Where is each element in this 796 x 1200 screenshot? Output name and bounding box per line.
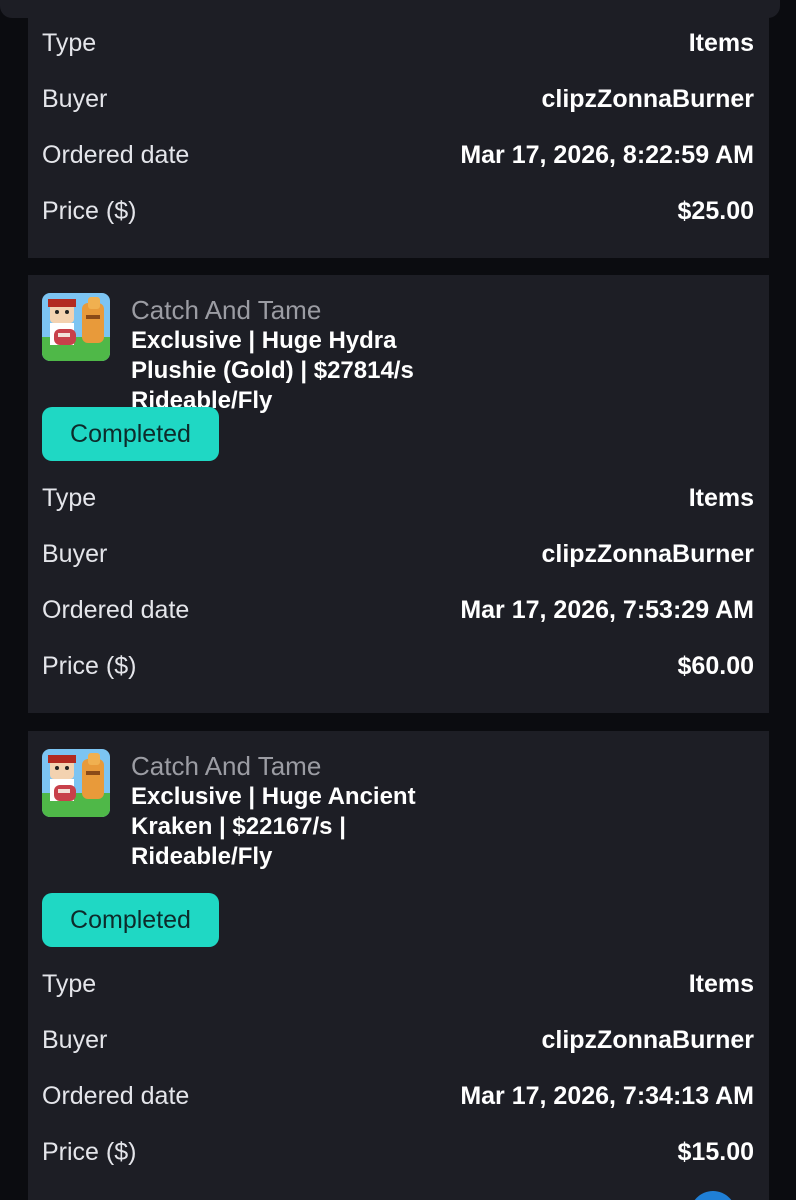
ordered-date-label: Ordered date (42, 595, 190, 624)
price-row: Price ($) $60.00 (42, 638, 754, 694)
price-value: $60.00 (677, 651, 754, 680)
ordered-date-label: Ordered date (42, 140, 190, 169)
price-label: Price ($) (42, 651, 137, 680)
price-label: Price ($) (42, 196, 137, 225)
buyer-label: Buyer (42, 1025, 108, 1054)
game-name: Catch And Tame (131, 295, 322, 325)
game-thumbnail-icon[interactable] (42, 293, 110, 361)
order-card[interactable]: Type Items Buyer clipzZonnaBurner Ordere… (28, 0, 769, 258)
order-card[interactable]: Catch And Tame Exclusive | Huge Ancient … (28, 731, 769, 1200)
type-value: Items (688, 28, 754, 57)
ordered-date-label: Ordered date (42, 1081, 190, 1110)
game-name: Catch And Tame (131, 751, 322, 781)
price-row: Price ($) $25.00 (42, 183, 754, 239)
buyer-row: Buyer clipzZonnaBurner (42, 71, 754, 127)
type-value: Items (688, 483, 754, 512)
ordered-date-row: Ordered date Mar 17, 2026, 7:53:29 AM (42, 582, 754, 638)
order-details: Type Items Buyer clipzZonnaBurner Ordere… (42, 956, 754, 1180)
buyer-row: Buyer clipzZonnaBurner (42, 1012, 754, 1068)
type-label: Type (42, 969, 97, 998)
buyer-value: clipzZonnaBurner (541, 539, 754, 568)
ordered-date-row: Ordered date Mar 17, 2026, 7:34:13 AM (42, 1068, 754, 1124)
product-header: Catch And Tame Exclusive | Huge Ancient … (42, 749, 461, 872)
price-row: Price ($) $15.00 (42, 1124, 754, 1180)
order-card[interactable]: Catch And Tame Exclusive | Huge Hydra Pl… (28, 275, 769, 713)
product-header: Catch And Tame Exclusive | Huge Hydra Pl… (42, 293, 461, 416)
buyer-label: Buyer (42, 539, 108, 568)
price-label: Price ($) (42, 1137, 137, 1166)
type-label: Type (42, 483, 97, 512)
ordered-date-row: Ordered date Mar 17, 2026, 8:22:59 AM (42, 127, 754, 183)
ordered-date-value: Mar 17, 2026, 8:22:59 AM (460, 140, 754, 169)
order-history-page: Type Items Buyer clipzZonnaBurner Ordere… (0, 0, 796, 1200)
buyer-value: clipzZonnaBurner (541, 84, 754, 113)
order-details: Type Items Buyer clipzZonnaBurner Ordere… (42, 15, 754, 239)
price-value: $15.00 (677, 1137, 754, 1166)
buyer-label: Buyer (42, 84, 108, 113)
type-value: Items (688, 969, 754, 998)
ordered-date-value: Mar 17, 2026, 7:34:13 AM (460, 1081, 754, 1110)
game-thumbnail-icon[interactable] (42, 749, 110, 817)
item-title[interactable]: Exclusive | Huge Hydra Plushie (Gold) | … (131, 326, 461, 416)
buyer-row: Buyer clipzZonnaBurner (42, 526, 754, 582)
order-details: Type Items Buyer clipzZonnaBurner Ordere… (42, 470, 754, 694)
status-badge: Completed (42, 893, 219, 947)
status-badge: Completed (42, 407, 219, 461)
type-row: Type Items (42, 956, 754, 1012)
item-title[interactable]: Exclusive | Huge Ancient Kraken | $22167… (131, 782, 461, 872)
buyer-value: clipzZonnaBurner (541, 1025, 754, 1054)
price-value: $25.00 (677, 196, 754, 225)
type-label: Type (42, 28, 97, 57)
type-row: Type Items (42, 15, 754, 71)
ordered-date-value: Mar 17, 2026, 7:53:29 AM (460, 595, 754, 624)
type-row: Type Items (42, 470, 754, 526)
